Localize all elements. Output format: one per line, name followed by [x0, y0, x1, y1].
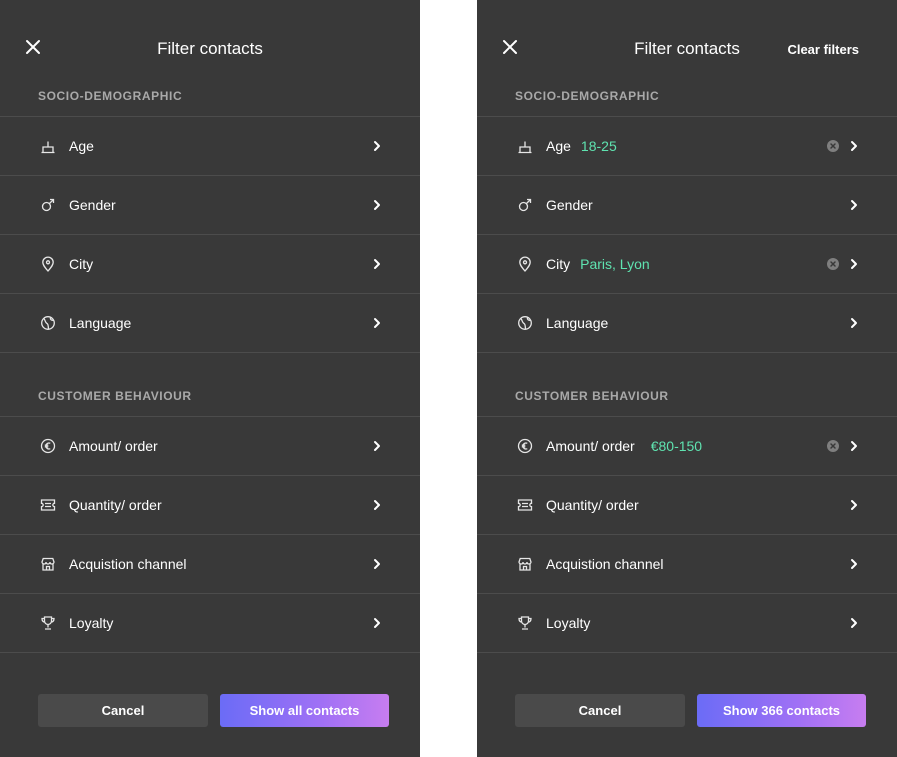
filter-row-language[interactable]: Language	[0, 294, 420, 353]
chevron-right-icon[interactable]	[372, 557, 382, 571]
cancel-button[interactable]: Cancel	[515, 694, 685, 727]
chevron-right-icon[interactable]	[849, 557, 859, 571]
globe-icon	[40, 315, 56, 331]
ticket-icon	[40, 497, 56, 513]
filter-label: Loyalty	[69, 615, 114, 631]
cancel-button[interactable]: Cancel	[38, 694, 208, 727]
cake-icon	[40, 138, 56, 154]
location-pin-icon	[517, 256, 533, 272]
chevron-right-icon[interactable]	[849, 616, 859, 630]
filter-row-gender[interactable]: Gender	[477, 176, 897, 235]
chevron-right-icon[interactable]	[372, 139, 382, 153]
clear-filter-icon[interactable]	[827, 140, 839, 152]
section-label-customer-behaviour: CUSTOMER BEHAVIOUR	[38, 389, 192, 403]
store-icon	[40, 556, 56, 572]
filter-row-acquisition-channel[interactable]: Acquistion channel	[477, 535, 897, 594]
store-icon	[517, 556, 533, 572]
clear-filters-button[interactable]: Clear filters	[787, 42, 859, 57]
show-contacts-button[interactable]: Show all contacts	[220, 694, 389, 727]
filter-label: City	[69, 256, 94, 272]
male-gender-icon	[517, 197, 533, 213]
chevron-right-icon[interactable]	[849, 439, 859, 453]
filter-label: Acquistion channel	[546, 556, 664, 572]
euro-icon	[40, 438, 56, 454]
panel-header: Filter contacts	[0, 0, 420, 96]
filter-label: Age	[546, 138, 571, 154]
filter-row-age[interactable]: Age	[0, 117, 420, 176]
section-label-socio-demographic: SOCIO-DEMOGRAPHIC	[515, 89, 660, 103]
socio-demographic-list: Age 18-25 Gender City Paris, Lyon Language	[477, 116, 897, 353]
euro-icon	[517, 438, 533, 454]
filter-row-amount-order[interactable]: Amount/ order	[0, 417, 420, 476]
ticket-icon	[517, 497, 533, 513]
filter-row-language[interactable]: Language	[477, 294, 897, 353]
clear-filter-icon[interactable]	[827, 440, 839, 452]
filter-label: City	[546, 256, 571, 272]
customer-behaviour-list: Amount/ order €80-150 Quantity/ order Acq…	[477, 416, 897, 653]
chevron-right-icon[interactable]	[849, 139, 859, 153]
trophy-icon	[517, 615, 533, 631]
filter-row-city[interactable]: City	[0, 235, 420, 294]
filter-value: €80-150	[650, 438, 703, 454]
filter-value: Paris, Lyon	[580, 256, 650, 272]
filter-row-quantity-order[interactable]: Quantity/ order	[0, 476, 420, 535]
location-pin-icon	[40, 256, 56, 272]
show-contacts-button[interactable]: Show 366 contacts	[697, 694, 866, 727]
page-title: Filter contacts	[157, 39, 263, 58]
chevron-right-icon[interactable]	[849, 198, 859, 212]
chevron-right-icon[interactable]	[849, 498, 859, 512]
chevron-right-icon[interactable]	[372, 198, 382, 212]
filter-label: Language	[69, 315, 132, 331]
filter-label: Quantity/ order	[69, 497, 162, 513]
trophy-icon	[40, 615, 56, 631]
filter-row-age[interactable]: Age 18-25	[477, 117, 897, 176]
chevron-right-icon[interactable]	[372, 316, 382, 330]
filter-row-acquisition-channel[interactable]: Acquistion channel	[0, 535, 420, 594]
customer-behaviour-list: Amount/ order Quantity/ order Acquistion…	[0, 416, 420, 653]
filter-label: Amount/ order	[546, 438, 635, 454]
filter-label: Gender	[546, 197, 593, 213]
chevron-right-icon[interactable]	[372, 498, 382, 512]
chevron-right-icon[interactable]	[849, 257, 859, 271]
clear-filter-icon[interactable]	[827, 258, 839, 270]
panel-header: Filter contacts Clear filters	[477, 0, 897, 96]
chevron-right-icon[interactable]	[372, 616, 382, 630]
filter-label: Gender	[69, 197, 116, 213]
filter-label: Amount/ order	[69, 438, 158, 454]
section-label-customer-behaviour: CUSTOMER BEHAVIOUR	[515, 389, 669, 403]
filter-row-quantity-order[interactable]: Quantity/ order	[477, 476, 897, 535]
filter-row-gender[interactable]: Gender	[0, 176, 420, 235]
filter-row-city[interactable]: City Paris, Lyon	[477, 235, 897, 294]
section-label-socio-demographic: SOCIO-DEMOGRAPHIC	[38, 89, 183, 103]
filter-panel-applied: Filter contacts Clear filters SOCIO-DEMO…	[477, 0, 897, 757]
globe-icon	[517, 315, 533, 331]
cake-icon	[517, 138, 533, 154]
filter-value: 18-25	[580, 138, 617, 154]
chevron-right-icon[interactable]	[372, 257, 382, 271]
filter-label: Age	[69, 138, 94, 154]
filter-row-amount-order[interactable]: Amount/ order €80-150	[477, 417, 897, 476]
filter-row-loyalty[interactable]: Loyalty	[477, 594, 897, 653]
chevron-right-icon[interactable]	[849, 316, 859, 330]
filter-label: Acquistion channel	[69, 556, 187, 572]
filter-label: Loyalty	[546, 615, 591, 631]
filter-label: Quantity/ order	[546, 497, 639, 513]
socio-demographic-list: Age Gender City Language	[0, 116, 420, 353]
male-gender-icon	[40, 197, 56, 213]
filter-label: Language	[546, 315, 609, 331]
filter-row-loyalty[interactable]: Loyalty	[0, 594, 420, 653]
chevron-right-icon[interactable]	[372, 439, 382, 453]
filter-panel-default: Filter contacts SOCIO-DEMOGRAPHIC Age Ge…	[0, 0, 420, 757]
